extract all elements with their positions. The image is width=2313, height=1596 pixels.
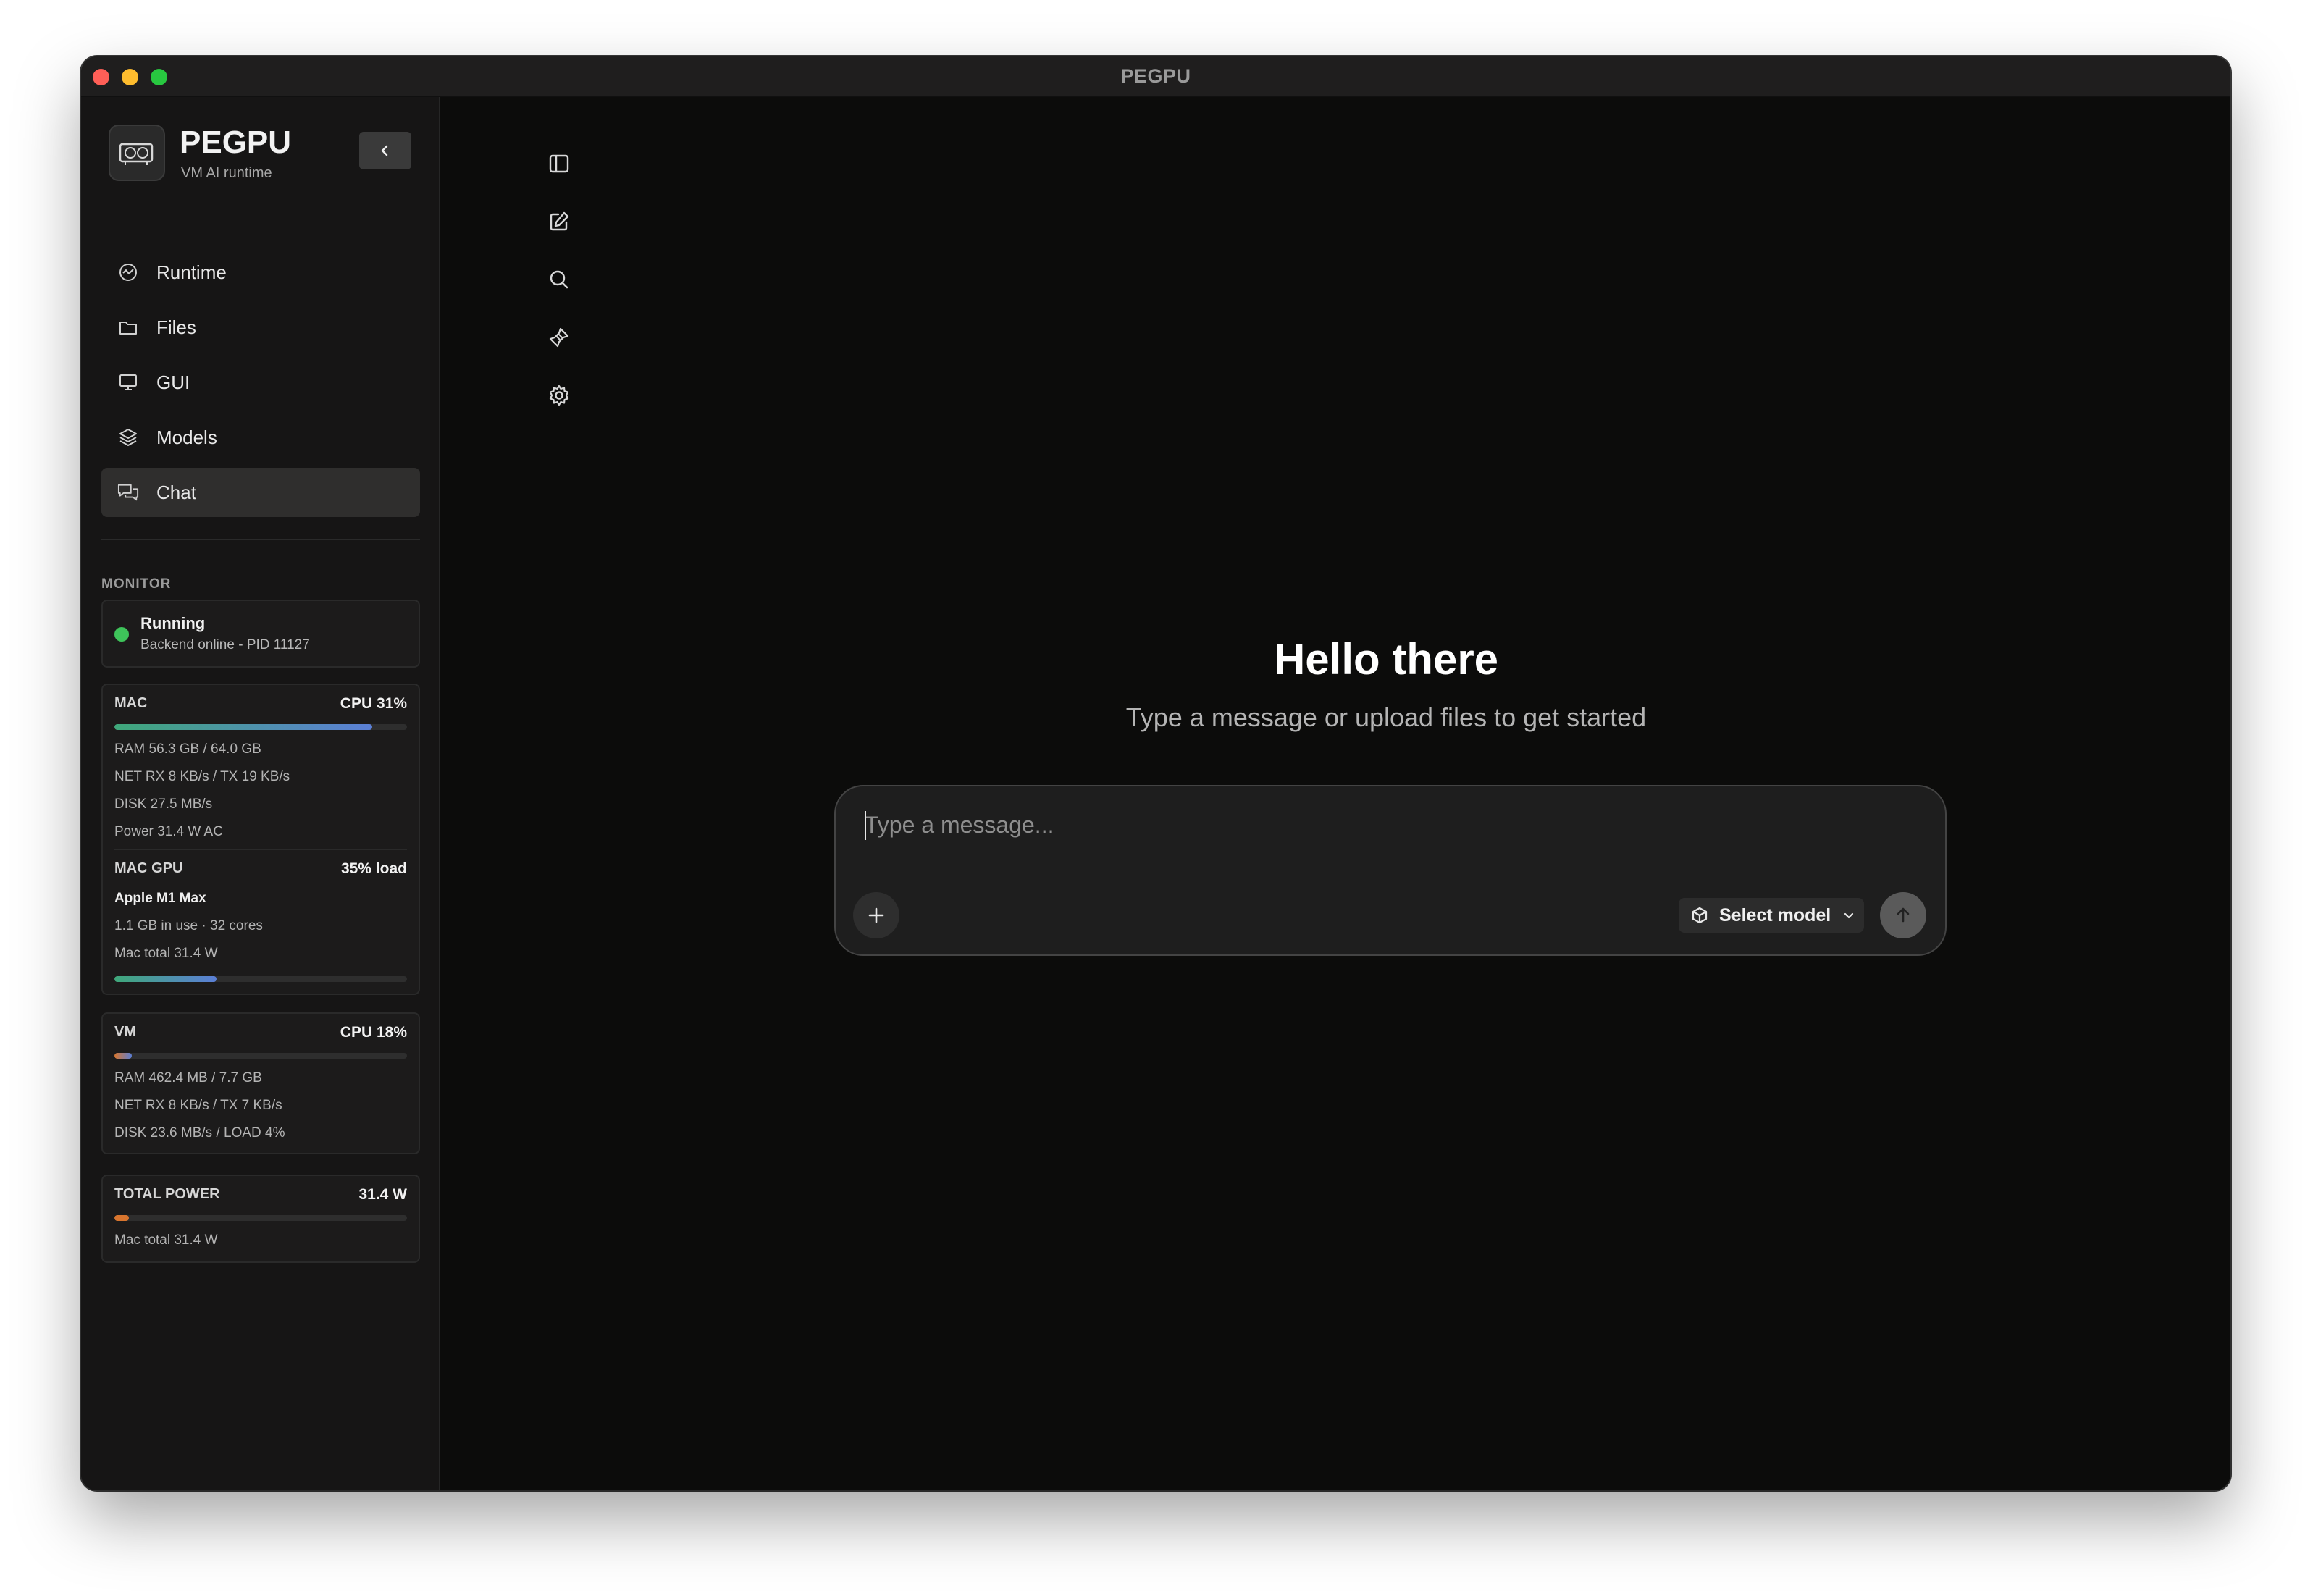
total-power-label: TOTAL POWER — [114, 1186, 220, 1202]
vm-monitor-card: VM CPU 18% RAM 462.4 MB / 7.7 GB NET RX … — [101, 1012, 420, 1154]
folder-icon — [117, 316, 139, 338]
sidebar-item-label: Runtime — [156, 261, 227, 283]
new-chat-button[interactable] — [542, 204, 576, 239]
vm-ram: RAM 462.4 MB / 7.7 GB — [114, 1070, 262, 1085]
total-power-card: TOTAL POWER 31.4 W Mac total 31.4 W — [101, 1175, 420, 1263]
select-model-label: Select model — [1719, 904, 1831, 925]
brand-name: PEGPU — [180, 125, 292, 160]
gpu-header: MAC GPU 35% load — [114, 860, 407, 879]
app-window: PEGPU PEGPU VM AI runtime Runtime Files … — [81, 56, 2230, 1490]
total-power-value: 31.4 W — [358, 1186, 407, 1203]
gpu-name: Apple M1 Max — [114, 891, 206, 906]
sidebar-item-chat[interactable]: Chat — [101, 468, 420, 517]
message-input[interactable] — [865, 807, 1878, 843]
sidebar: PEGPU VM AI runtime Runtime Files GUI Mo… — [81, 97, 440, 1490]
icon-rail — [542, 146, 576, 436]
send-button[interactable] — [1880, 892, 1926, 938]
toggle-sidebar-button[interactable] — [542, 146, 576, 181]
layers-icon — [117, 427, 139, 448]
pinned-button[interactable] — [542, 320, 576, 355]
sidebar-item-label: GUI — [156, 371, 190, 393]
monitor-icon — [117, 371, 139, 393]
gpu-load-bar — [114, 976, 407, 982]
cube-icon — [1692, 907, 1708, 924]
arrow-up-icon — [1897, 907, 1910, 923]
greeting-subtitle: Type a message or upload files to get st… — [1125, 702, 1647, 732]
gpu-usage: 1.1 GB in use · 32 cores — [114, 918, 263, 933]
message-composer: Select model — [834, 785, 1947, 956]
title-bar: PEGPU — [81, 56, 2230, 97]
vm-net: NET RX 8 KB/s / TX 7 KB/s — [114, 1098, 282, 1113]
runtime-icon — [117, 261, 139, 283]
search-button[interactable] — [542, 262, 576, 297]
chevron-left-icon — [381, 145, 388, 156]
mac-ram: RAM 56.3 GB / 64.0 GB — [114, 742, 261, 757]
sidebar-divider — [101, 539, 420, 540]
mac-power: Power 31.4 W AC — [114, 824, 223, 839]
monitor-section-label: MONITOR — [101, 576, 172, 592]
sidebar-nav: Runtime Files GUI Models Chat — [101, 248, 420, 523]
settings-button[interactable] — [542, 378, 576, 413]
vm-cpu-value: CPU 18% — [340, 1024, 407, 1041]
vm-usage-bar-fill — [114, 1053, 133, 1059]
gpu-logo-icon — [109, 125, 165, 181]
sidebar-item-files[interactable]: Files — [101, 303, 420, 352]
vm-header: VM CPU 18% — [114, 1024, 407, 1043]
sidebar-item-label: Files — [156, 316, 196, 338]
window-title: PEGPU — [1120, 65, 1191, 87]
status-title: Running — [140, 614, 206, 632]
settings-gear-icon — [549, 385, 569, 406]
sidebar-item-runtime[interactable]: Runtime — [101, 248, 420, 297]
power-bar-fill — [114, 1215, 130, 1221]
select-model-button[interactable]: Select model — [1679, 898, 1864, 933]
new-chat-icon — [550, 211, 569, 231]
collapse-sidebar-button[interactable] — [359, 132, 411, 169]
gpu-load-value: 35% load — [340, 860, 407, 877]
sidebar-item-models[interactable]: Models — [101, 413, 420, 462]
text-caret — [865, 811, 866, 840]
greeting-heading: Hello there — [1273, 635, 1499, 684]
sidebar-item-label: Models — [156, 426, 217, 448]
sidebar-toggle-icon — [549, 154, 569, 173]
sidebar-item-label: Chat — [156, 481, 196, 503]
gpu-load-bar-fill — [114, 976, 217, 982]
vm-disk: DISK 23.6 MB/s / LOAD 4% — [114, 1125, 285, 1141]
chat-icon — [117, 482, 139, 503]
search-icon — [550, 270, 568, 289]
vm-label: VM — [114, 1024, 136, 1040]
attach-file-button[interactable] — [853, 892, 899, 938]
power-header: TOTAL POWER 31.4 W — [114, 1186, 407, 1205]
gpu-label: MAC GPU — [114, 860, 183, 876]
gpu-power: Mac total 31.4 W — [114, 946, 218, 961]
total-power-sub: Mac total 31.4 W — [114, 1232, 218, 1248]
chevron-down-icon — [1844, 912, 1854, 919]
vm-usage-bar — [114, 1053, 407, 1059]
plus-icon — [868, 907, 884, 923]
mac-disk: DISK 27.5 MB/s — [114, 797, 213, 812]
pin-icon — [549, 327, 569, 348]
card-separator — [114, 849, 407, 850]
mac-net: NET RX 8 KB/s / TX 19 KB/s — [114, 769, 290, 784]
brand-subtitle: VM AI runtime — [181, 165, 272, 181]
sidebar-item-gui[interactable]: GUI — [101, 358, 420, 407]
power-bar — [114, 1215, 407, 1221]
